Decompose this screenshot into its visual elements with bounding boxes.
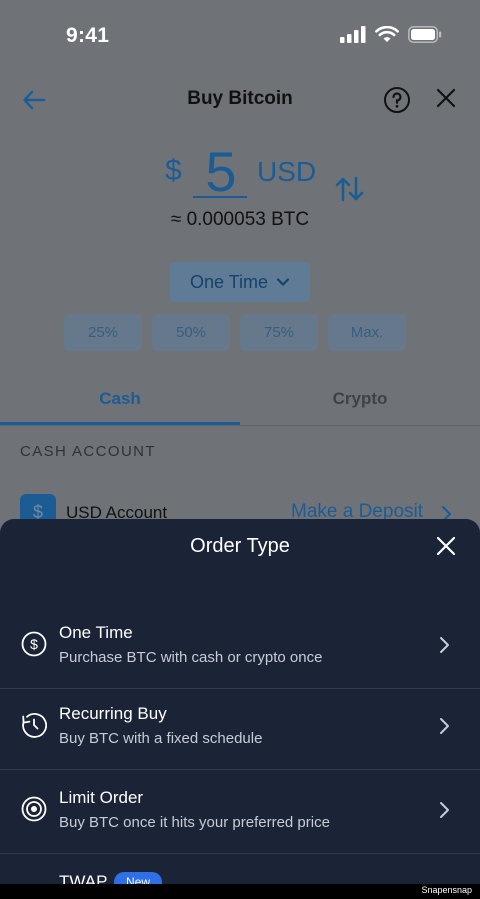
option-twap[interactable]: TWAP New xyxy=(0,854,480,884)
wifi-icon xyxy=(375,26,399,42)
sheet-title: Order Type xyxy=(190,535,290,557)
option-subtitle: Buy BTC once it hits your preferred pric… xyxy=(59,814,330,831)
percent-chip-50[interactable]: 50% xyxy=(152,314,230,351)
status-bar: 9:41 xyxy=(0,0,480,70)
amount-underline xyxy=(193,196,247,198)
payment-source-tabs: Cash Crypto xyxy=(0,378,480,426)
signal-icon xyxy=(340,26,366,43)
status-time: 9:41 xyxy=(66,24,110,47)
swap-arrows-icon[interactable] xyxy=(334,174,366,204)
chevron-right-icon xyxy=(440,637,449,653)
clock-icon xyxy=(22,713,47,738)
tab-cash[interactable]: Cash xyxy=(0,378,240,425)
watermark: Snapensnap xyxy=(421,885,472,895)
option-title: TWAP xyxy=(59,872,108,884)
option-title: One Time xyxy=(59,623,133,642)
nav-header: Buy Bitcoin xyxy=(0,78,480,122)
option-title: Recurring Buy xyxy=(59,704,167,723)
percent-chip-max[interactable]: Max. xyxy=(328,314,406,351)
option-subtitle: Buy BTC with a fixed schedule xyxy=(59,730,263,747)
close-icon[interactable] xyxy=(434,86,458,110)
amount-value[interactable]: 5 xyxy=(195,140,247,204)
dollar-circle-icon: $ xyxy=(21,631,47,657)
option-limit-order[interactable]: Limit Order Buy BTC once it hits your pr… xyxy=(0,770,480,854)
percent-chip-75[interactable]: 75% xyxy=(240,314,318,351)
option-one-time[interactable]: $ One Time Purchase BTC with cash or cry… xyxy=(0,605,480,689)
section-label-cash-account: CASH ACCOUNT xyxy=(20,443,156,460)
percent-chips: 25% 50% 75% Max. xyxy=(64,314,406,351)
order-type-label: One Time xyxy=(189,271,269,292)
currency-code: USD xyxy=(257,156,317,187)
option-title: Limit Order xyxy=(59,788,144,807)
buy-bitcoin-screen: 9:41 Buy Bitcoin $ 5 USD ≈ 0.000053 BTC … xyxy=(0,0,480,884)
order-type-sheet: Order Type $ One Time Purchase BTC with … xyxy=(0,519,480,884)
chevron-right-icon xyxy=(440,718,449,734)
percent-chip-25[interactable]: 25% xyxy=(64,314,142,351)
option-recurring-buy[interactable]: Recurring Buy Buy BTC with a fixed sched… xyxy=(0,686,480,770)
new-badge: New xyxy=(114,872,162,884)
chevron-right-icon xyxy=(440,802,449,818)
help-icon[interactable] xyxy=(383,86,411,114)
close-icon[interactable] xyxy=(435,535,457,557)
currency-symbol: $ xyxy=(165,154,182,187)
status-icons xyxy=(340,26,442,43)
svg-text:$: $ xyxy=(30,636,38,652)
btc-conversion: ≈ 0.000053 BTC xyxy=(170,209,310,230)
chevron-down-icon xyxy=(276,278,290,286)
option-subtitle: Purchase BTC with cash or crypto once xyxy=(59,649,323,666)
tab-crypto[interactable]: Crypto xyxy=(240,378,480,425)
target-icon xyxy=(21,796,47,822)
battery-icon xyxy=(408,26,442,43)
amount-input-group[interactable]: $ 5 USD xyxy=(0,140,480,204)
footer-bar: Snapensnap xyxy=(0,884,480,899)
order-type-dropdown[interactable]: One Time xyxy=(170,262,310,302)
